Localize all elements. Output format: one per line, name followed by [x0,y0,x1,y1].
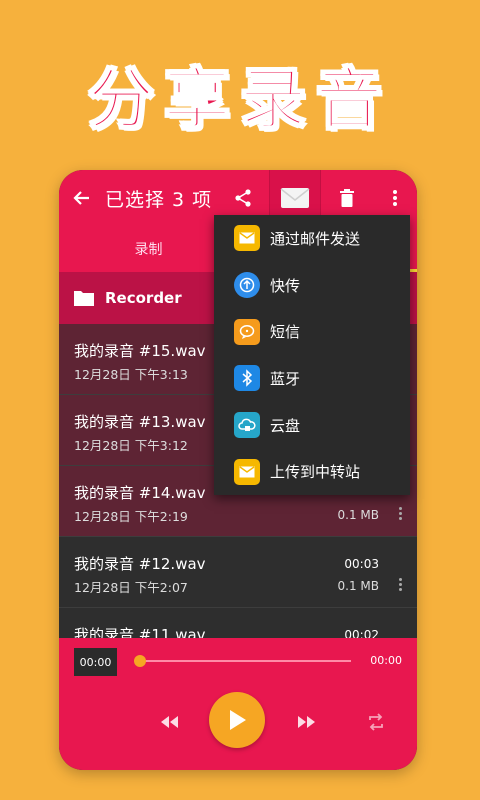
total-time: 00:00 [370,654,402,667]
share-option-upload-station[interactable]: 上传到中转站 [214,448,410,495]
quick-transfer-icon [234,272,260,299]
player-panel: 00:00 00:00 [59,638,417,770]
cloud-drive-icon [234,412,260,439]
back-arrow-icon [73,191,89,205]
rewind-icon [161,716,178,728]
fast-forward-button[interactable] [292,710,322,734]
share-option-quick-transfer[interactable]: 快传 [214,262,410,309]
promo-headline: 分享录音 [87,60,392,139]
recording-size: 0.1 MB [337,508,379,522]
recording-date: 12月28日 下午3:12 [74,438,188,453]
trash-icon [340,189,354,207]
bluetooth-icon [234,365,260,392]
share-option-label: 蓝牙 [270,369,301,388]
seek-track[interactable] [139,660,351,662]
repeat-button[interactable] [361,710,391,734]
share-option-label: 快传 [270,276,301,295]
play-button[interactable] [209,692,265,748]
share-option-bluetooth[interactable]: 蓝牙 [214,355,410,402]
tab-record[interactable]: 录制 [59,226,238,272]
share-option-email[interactable]: 通过邮件发送 [214,215,410,262]
seek-knob[interactable] [134,655,146,667]
current-time: 00:00 [74,648,117,676]
list-item[interactable]: 我的录音 #12.wav 12月28日 下午2:07 00:03 0.1 MB [59,537,417,608]
item-more-icon[interactable] [399,507,403,521]
selection-title: 已选择 3 项 [105,188,213,211]
folder-icon [74,291,94,306]
rewind-button[interactable] [154,710,184,734]
repeat-icon [369,713,383,731]
recording-duration: 00:03 [344,557,379,571]
share-icon [235,189,251,207]
more-vert-icon [393,190,397,206]
upload-icon [234,458,260,485]
item-more-icon[interactable] [399,578,403,592]
share-option-label: 云盘 [270,416,301,435]
share-option-sms[interactable]: 短信 [214,308,410,355]
recording-name: 我的录音 #13.wav [74,413,206,431]
recording-size: 0.1 MB [337,579,379,593]
play-icon [230,710,246,730]
back-button[interactable] [59,170,105,226]
share-option-cloud-drive[interactable]: 云盘 [214,402,410,449]
share-option-label: 通过邮件发送 [270,229,361,248]
recording-date: 12月28日 下午2:07 [74,580,188,595]
envelope-icon [280,188,310,208]
share-menu: 通过邮件发送 快传 短信 蓝牙 云盘 上传到中转站 [214,215,410,495]
sms-icon [234,318,260,345]
share-option-label: 短信 [270,323,301,342]
recording-name: 我的录音 #15.wav [74,342,206,360]
recording-date: 12月28日 下午3:13 [74,367,188,382]
recording-date: 12月28日 下午2:19 [74,509,188,524]
recording-name: 我的录音 #14.wav [74,484,206,502]
share-option-label: 上传到中转站 [270,463,361,482]
recording-name: 我的录音 #12.wav [74,555,206,573]
email-icon [234,225,260,252]
folder-name: Recorder [105,289,182,307]
fast-forward-icon [298,716,315,728]
